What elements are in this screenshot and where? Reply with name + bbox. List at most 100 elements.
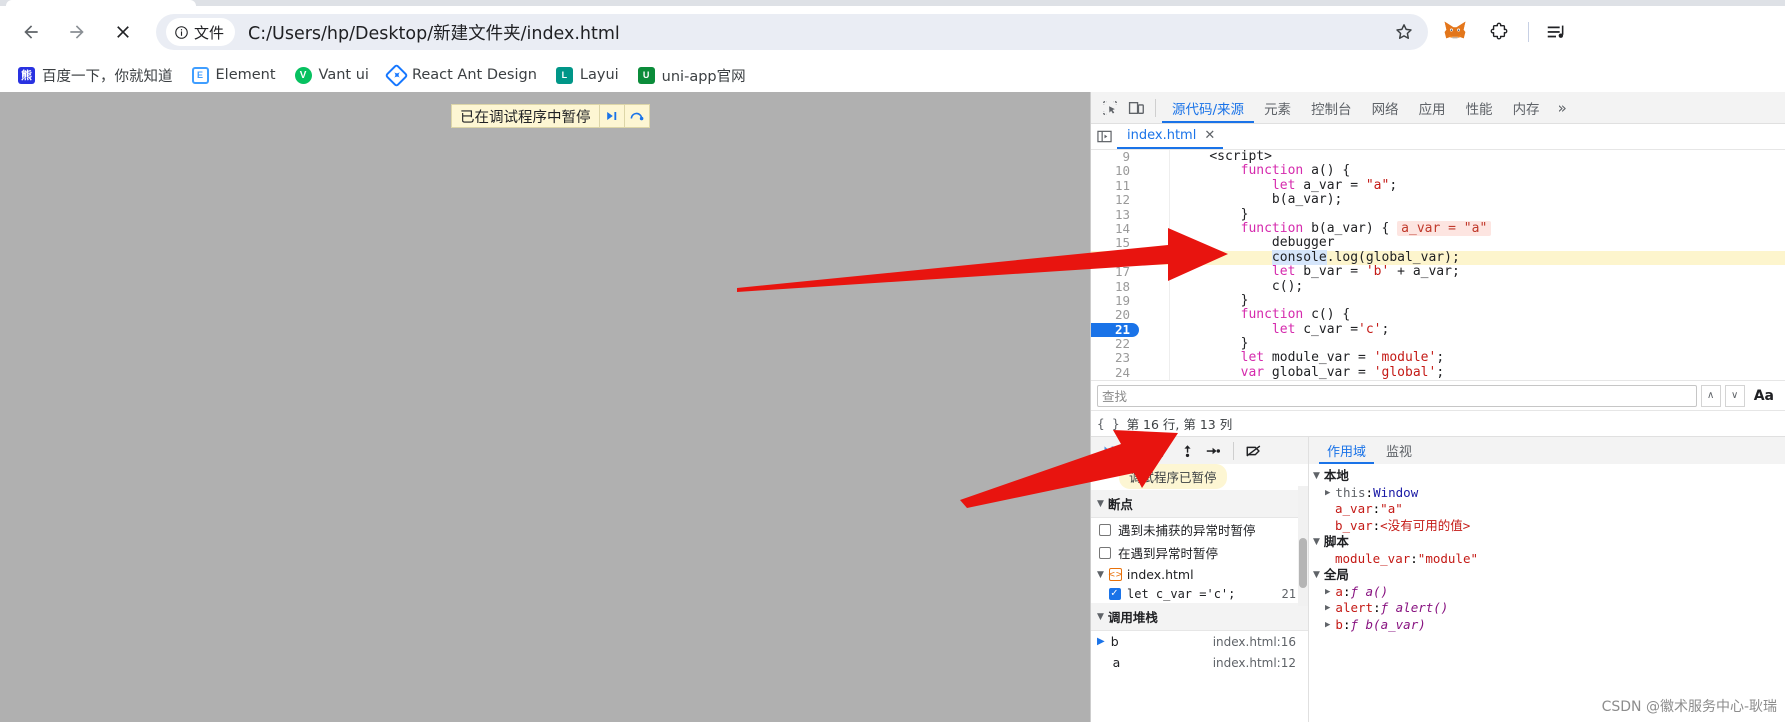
line-number[interactable]: 22	[1091, 336, 1139, 351]
tab-sources[interactable]: 源代码/来源	[1162, 92, 1254, 123]
search-next-button[interactable]: ∨	[1724, 384, 1745, 407]
chevron-right-icon[interactable]: ▶	[1325, 617, 1335, 634]
scope-group-header[interactable]: ▼ 本地	[1309, 468, 1785, 485]
line-number[interactable]: 11	[1091, 178, 1139, 193]
code-line[interactable]: 17 let b_var = 'b' + a_var;	[1091, 264, 1785, 280]
resume-script-button[interactable]	[1097, 439, 1121, 463]
code-line[interactable]: 21 let c_var ='c';	[1091, 322, 1785, 338]
scope-entry[interactable]: module_var: "module"	[1309, 551, 1785, 568]
bookmark-star-button[interactable]	[1390, 18, 1418, 46]
code-line[interactable]: 14 function b(a_var) { a_var = "a"	[1091, 220, 1785, 237]
line-number[interactable]: 18	[1091, 279, 1139, 294]
tab-watch[interactable]: 监视	[1378, 437, 1420, 464]
code-line[interactable]: 19 }	[1091, 293, 1785, 309]
banner-step-over-button[interactable]	[623, 104, 649, 128]
tab-elements[interactable]: 元素	[1254, 92, 1301, 123]
scope-entry[interactable]: b_var: <没有可用的值>	[1309, 518, 1785, 535]
close-icon[interactable]: ✕	[1204, 128, 1215, 143]
code-editor[interactable]: 9 <script> 10 function a() {11 let a_var …	[1091, 150, 1785, 380]
code-line[interactable]: 10 function a() {	[1091, 163, 1785, 179]
pause-uncaught-exceptions-row[interactable]: 遇到未捕获的异常时暂停	[1091, 518, 1308, 541]
line-number[interactable]: 17	[1091, 264, 1139, 279]
device-toolbar-button[interactable]	[1123, 95, 1149, 121]
line-number[interactable]: 12	[1091, 192, 1139, 207]
scrollbar-thumb[interactable]	[1299, 538, 1307, 588]
call-stack-frame[interactable]: ▶ a index.html:12	[1091, 652, 1308, 673]
chevron-right-icon[interactable]: ▶	[1325, 485, 1335, 502]
metamask-extension-button[interactable]	[1438, 15, 1472, 49]
bookmark-item[interactable]: V Vant ui	[287, 64, 377, 87]
line-number[interactable]: 10	[1091, 163, 1139, 178]
tab-console[interactable]: 控制台	[1301, 92, 1362, 123]
breakpoint-item[interactable]: let c_var ='c'; 21	[1091, 585, 1308, 603]
forward-button[interactable]	[58, 13, 96, 51]
tab-application[interactable]: 应用	[1409, 92, 1456, 123]
code-line[interactable]: 9 <script>	[1091, 150, 1785, 165]
bookmark-item[interactable]: U uni-app官网	[630, 62, 754, 89]
line-number[interactable]: 15	[1091, 235, 1139, 250]
line-number[interactable]: 14	[1091, 221, 1139, 236]
address-bar[interactable]: 文件 C:/Users/hp/Desktop/新建文件夹/index.html	[156, 14, 1428, 50]
scope-entry[interactable]: ▶ this: Window	[1309, 485, 1785, 502]
pause-exceptions-checkbox[interactable]	[1099, 546, 1111, 559]
line-number[interactable]: 13	[1091, 207, 1139, 222]
line-number-breakpoint[interactable]: 21	[1091, 322, 1139, 338]
chevron-right-icon[interactable]: ▶	[1325, 600, 1335, 617]
code-line[interactable]: 20 function c() {	[1091, 307, 1785, 323]
pretty-print-button[interactable]: { }	[1097, 416, 1120, 431]
code-line[interactable]: 24 var global_var = 'global';	[1091, 365, 1785, 380]
back-button[interactable]	[12, 13, 50, 51]
show-navigator-button[interactable]	[1091, 124, 1117, 150]
line-number[interactable]: 19	[1091, 293, 1139, 308]
line-number[interactable]: 20	[1091, 307, 1139, 322]
tab-scope[interactable]: 作用域	[1319, 437, 1374, 464]
step-button[interactable]	[1201, 439, 1225, 463]
code-line[interactable]: 15 debugger	[1091, 235, 1785, 251]
scope-entry[interactable]: ▶ alert: ƒ alert()	[1309, 600, 1785, 617]
file-scheme-badge[interactable]: 文件	[166, 18, 236, 46]
step-out-button[interactable]	[1175, 439, 1199, 463]
breakpoints-header[interactable]: ▼ 断点	[1091, 490, 1308, 518]
line-number[interactable]: 24	[1091, 365, 1139, 380]
breakpoint-file-row[interactable]: ▼ <> index.html	[1091, 564, 1308, 585]
scope-entry[interactable]: ▶ a: ƒ a()	[1309, 584, 1785, 601]
step-over-button[interactable]	[1123, 439, 1147, 463]
extensions-button[interactable]	[1482, 15, 1516, 49]
tab-network[interactable]: 网络	[1362, 92, 1409, 123]
breakpoints-scrollbar[interactable]	[1298, 486, 1308, 606]
call-stack-header[interactable]: ▼ 调用堆栈	[1091, 603, 1308, 631]
code-line[interactable]: 16 console.log(global_var);	[1091, 249, 1785, 266]
scope-group-header[interactable]: ▼ 脚本	[1309, 534, 1785, 551]
chevron-right-icon[interactable]: ▶	[1325, 584, 1335, 601]
bookmark-item[interactable]: L Layui	[548, 64, 627, 87]
pause-exceptions-row[interactable]: 在遇到异常时暂停	[1091, 541, 1308, 564]
line-number[interactable]: 16	[1091, 250, 1139, 265]
search-input[interactable]: 查找	[1097, 384, 1697, 407]
line-number[interactable]: 9	[1091, 150, 1139, 164]
scope-entry[interactable]: a_var: "a"	[1309, 501, 1785, 518]
step-into-button[interactable]	[1149, 439, 1173, 463]
bookmark-item[interactable]: 熊 百度一下，你就知道	[10, 62, 181, 89]
banner-resume-button[interactable]	[598, 104, 624, 128]
call-stack-frame[interactable]: ▶ b index.html:16	[1091, 631, 1308, 652]
tab-memory[interactable]: 内存	[1503, 92, 1550, 123]
more-tabs-button[interactable]: »	[1550, 99, 1575, 117]
deactivate-breakpoints-button[interactable]	[1242, 439, 1266, 463]
bookmark-item[interactable]: E Element	[184, 64, 284, 87]
bookmark-item[interactable]: ✦ React Ant Design	[380, 62, 545, 88]
stop-loading-button[interactable]	[104, 13, 142, 51]
code-line[interactable]: 12 b(a_var);	[1091, 192, 1785, 208]
pause-uncaught-exceptions-checkbox[interactable]	[1099, 523, 1111, 536]
code-line[interactable]: 23 let module_var = 'module';	[1091, 351, 1785, 366]
inspect-element-button[interactable]	[1097, 95, 1123, 121]
scope-entry[interactable]: ▶ b: ƒ b(a_var)	[1309, 617, 1785, 634]
code-line[interactable]: 22 }	[1091, 336, 1785, 352]
reading-list-button[interactable]	[1539, 15, 1573, 49]
breakpoint-enabled-checkbox[interactable]	[1109, 586, 1121, 600]
code-line[interactable]: 18 c();	[1091, 279, 1785, 294]
line-number[interactable]: 23	[1091, 351, 1139, 366]
file-tab-index-html[interactable]: index.html ✕	[1117, 124, 1224, 149]
code-line[interactable]: 13 }	[1091, 207, 1785, 222]
scope-group-header[interactable]: ▼ 全局	[1309, 567, 1785, 584]
search-prev-button[interactable]: ∧	[1700, 384, 1721, 407]
